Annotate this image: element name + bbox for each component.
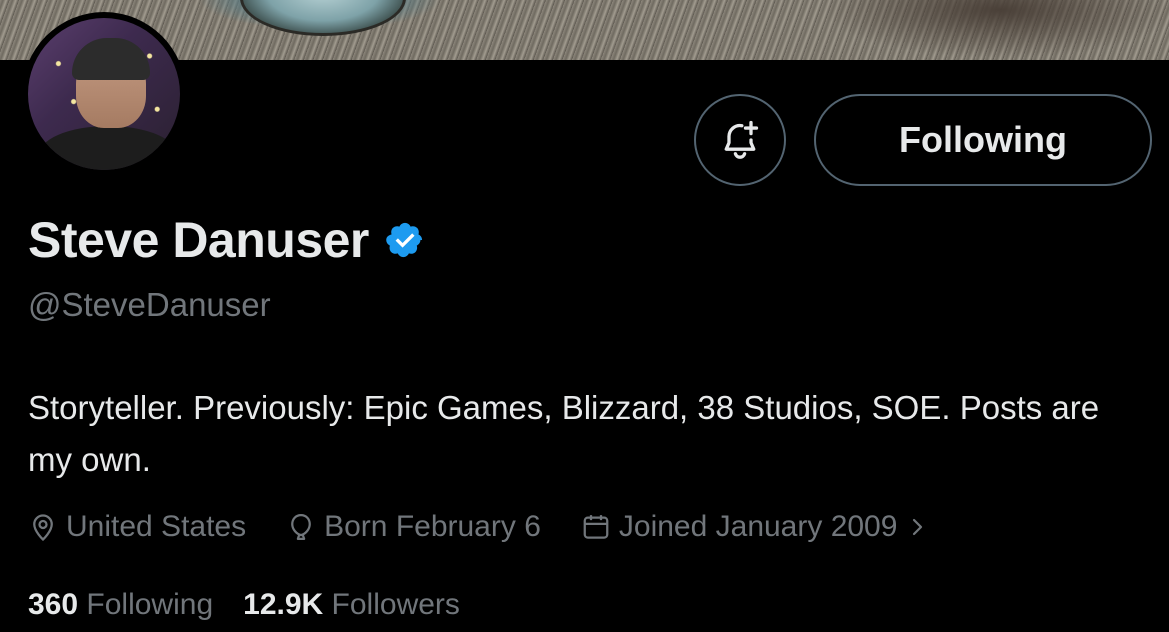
birthday-text: Born February 6 [324,510,541,543]
followers-count: 12.9K [243,588,324,621]
banner-cat-eye [240,0,406,36]
display-name: Steve Danuser [28,212,369,268]
followers-count-link[interactable]: 12.9K Followers [243,588,460,622]
meta-birthday: Born February 6 [286,510,541,544]
joined-text: Joined January 2009 [618,510,898,543]
follow-counts: 360 Following 12.9K Followers [28,588,460,622]
following-button-label: Following [899,119,1067,160]
followers-count-label: Followers [331,588,460,621]
profile-handle: @SteveDanuser [28,286,271,323]
calendar-icon [583,515,609,539]
avatar[interactable] [28,18,180,170]
balloon-icon [291,514,311,540]
avatar-shoulders [38,126,178,170]
location-text: United States [66,510,247,543]
meta-joined[interactable]: Joined January 2009 [581,510,930,544]
following-count-link[interactable]: 360 Following [28,588,213,622]
verified-badge-icon[interactable] [385,220,425,260]
following-count: 360 [28,588,79,621]
bell-plus-icon [724,120,759,159]
following-button[interactable]: Following [814,94,1152,186]
location-pin-icon [33,514,53,542]
following-count-label: Following [86,588,214,621]
profile-banner[interactable] [0,0,1169,60]
avatar-beanie [72,38,150,80]
notifications-button[interactable] [694,94,786,186]
chevron-right-icon[interactable] [905,515,929,539]
profile-meta: United States Born February 6 Joined Jan… [28,504,969,550]
meta-location: United States [28,510,246,544]
avatar-container[interactable] [22,12,186,176]
profile-bio: Storyteller. Previously: Epic Games, Bli… [28,389,1100,478]
profile-name-row: Steve Danuser [28,210,425,270]
